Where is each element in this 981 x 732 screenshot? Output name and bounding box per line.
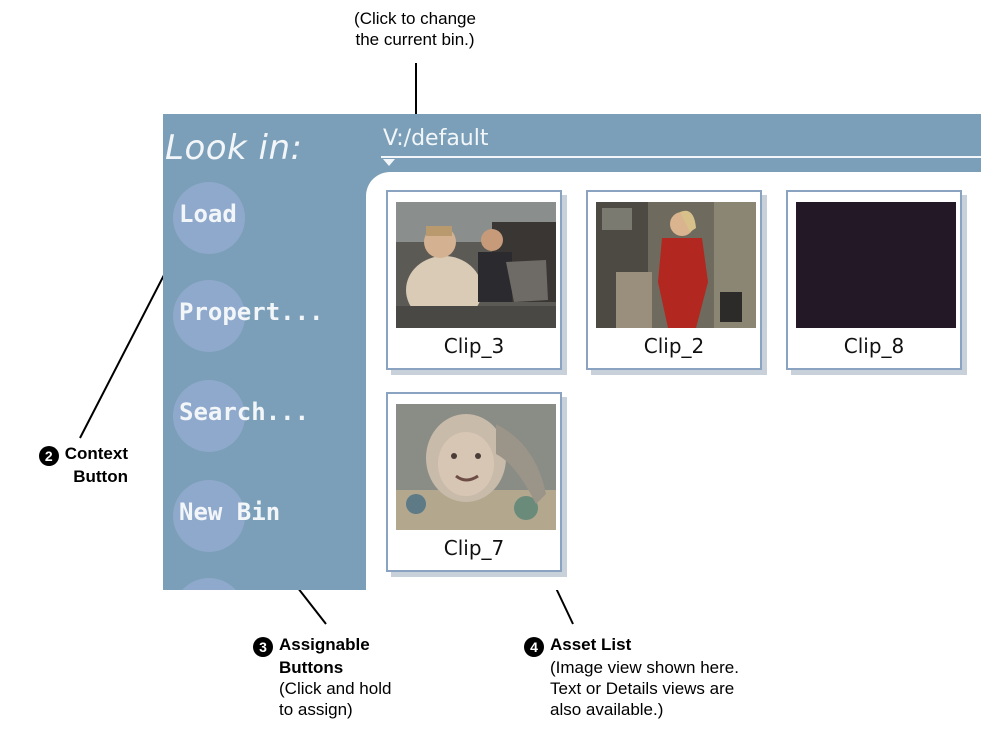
assignable-callout-line3: (Click and hold xyxy=(279,679,392,698)
look-in-label: Look in: xyxy=(165,128,303,168)
current-bin-note: (Click to change the current bin.) xyxy=(310,8,520,50)
dropdown-caret-icon xyxy=(383,159,395,166)
load-button-label: Load xyxy=(179,200,237,228)
context-button-callout-line2: Button xyxy=(73,467,128,486)
thumbnail-car-scene xyxy=(396,202,556,328)
bin-browser-panel: Look in: V:/default Load Propert... Sear… xyxy=(163,114,981,590)
callout-number-4: 4 xyxy=(524,637,544,657)
new-bin-button[interactable]: New Bin xyxy=(173,480,363,552)
assignable-callout-line2: Buttons xyxy=(279,658,344,677)
callout-number-3: 3 xyxy=(253,637,273,657)
asset-tile[interactable]: Clip_8 xyxy=(786,190,962,370)
current-bin-note-line2: the current bin.) xyxy=(355,30,475,49)
search-button[interactable]: Search... xyxy=(173,380,363,452)
context-button-callout: 2 Context Button xyxy=(10,443,128,487)
assignable-buttons-callout: 3 Assignable Buttons (Click and hold to a… xyxy=(253,634,391,720)
asset-list: Clip_3 Clip_2 Clip_8 Clip_7 xyxy=(366,172,981,590)
new-bin-button-label: New Bin xyxy=(179,498,281,526)
properties-button[interactable]: Propert... xyxy=(173,280,363,352)
assignable-callout-line4: to assign) xyxy=(279,700,353,719)
thumbnail-black-frame xyxy=(796,202,956,328)
clip-name: Clip_2 xyxy=(643,334,705,358)
assignable-button-5[interactable] xyxy=(173,578,363,590)
thumbnail-child-portrait xyxy=(396,404,556,530)
search-button-label: Search... xyxy=(179,398,310,426)
thumbnail-red-suit-scene xyxy=(596,202,756,328)
current-bin-note-line1: (Click to change xyxy=(354,9,476,28)
asset-list-callout-line2: (Image view shown here. xyxy=(550,658,739,677)
clip-name: Clip_3 xyxy=(443,334,505,358)
current-bin-path: V:/default xyxy=(383,126,489,151)
context-button-callout-line1: Context xyxy=(64,444,128,463)
clip-name: Clip_7 xyxy=(443,536,505,560)
asset-list-callout-line3: Text or Details views are xyxy=(550,679,735,698)
button-disc xyxy=(173,578,245,590)
asset-list-callout-title: Asset List xyxy=(550,635,632,654)
callout-number-2: 2 xyxy=(38,446,59,466)
assignable-callout-line1: Assignable xyxy=(279,635,370,654)
properties-button-label: Propert... xyxy=(179,298,324,326)
current-bin-selector[interactable]: V:/default xyxy=(381,124,981,166)
asset-tile[interactable]: Clip_7 xyxy=(386,392,562,572)
load-button[interactable]: Load xyxy=(173,182,363,254)
asset-list-callout: 4 Asset List (Image view shown here. Text… xyxy=(524,634,739,720)
asset-tile[interactable]: Clip_3 xyxy=(386,190,562,370)
clip-name: Clip_8 xyxy=(843,334,905,358)
asset-list-callout-line4: also available.) xyxy=(550,700,664,719)
asset-tile[interactable]: Clip_2 xyxy=(586,190,762,370)
